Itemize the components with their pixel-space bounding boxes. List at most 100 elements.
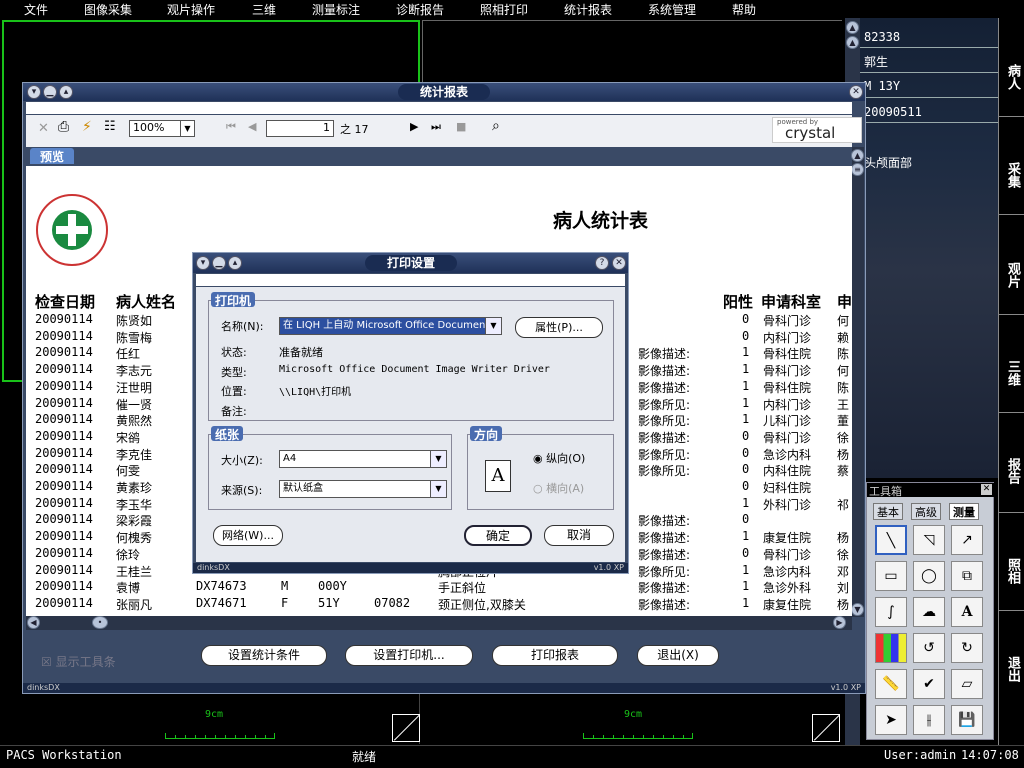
- angle-tool-icon[interactable]: ◹: [913, 525, 945, 555]
- tab-exit[interactable]: 退出: [999, 644, 1024, 694]
- cloud-tool-icon[interactable]: ☁: [913, 597, 945, 627]
- next-page-icon[interactable]: ▶: [410, 120, 418, 133]
- line-tool-icon[interactable]: ╲: [875, 525, 907, 555]
- menu-diagnosis-report[interactable]: 诊断报告: [396, 1, 444, 18]
- minimize-icon[interactable]: ▁: [43, 85, 57, 99]
- check-tool-icon[interactable]: ✔: [913, 669, 945, 699]
- row-apply: 陈: [837, 347, 850, 362]
- tab-capture[interactable]: 采集: [999, 150, 1024, 200]
- paper-size-select[interactable]: A4 ▼: [279, 450, 447, 468]
- restore-icon[interactable]: ▴: [228, 256, 242, 270]
- tab-photo[interactable]: 照相: [999, 546, 1024, 596]
- row-apply: 董: [837, 414, 850, 429]
- printer-group: 打印机 名称(N): 在 LIQH 上自动 Microsoft Office D…: [208, 292, 614, 421]
- undo-icon[interactable]: ↺: [913, 633, 945, 663]
- properties-button[interactable]: 属性(P)...: [515, 317, 603, 338]
- scroll-thumb[interactable]: •: [92, 616, 108, 629]
- report-vscroll[interactable]: ▲ ≡ ▼: [851, 147, 864, 617]
- toolbox-tab-measure[interactable]: 测量: [949, 503, 979, 520]
- freehand-tool-icon[interactable]: ∫: [875, 597, 907, 627]
- row-date: 20090114: [35, 445, 93, 460]
- prev-page-icon[interactable]: ◀: [248, 120, 256, 133]
- color-tool-icon[interactable]: [875, 633, 907, 663]
- ellipse-tool-icon[interactable]: ◯: [913, 561, 945, 591]
- arrow-tool-icon[interactable]: ↗: [951, 525, 983, 555]
- menu-help[interactable]: 帮助: [732, 1, 756, 18]
- col-name: 病人姓名: [116, 293, 177, 311]
- cancel-button[interactable]: 取消: [544, 525, 614, 546]
- toolbox-tab-basic[interactable]: 基本: [873, 503, 903, 520]
- pointer-icon[interactable]: ➤: [875, 705, 907, 735]
- scroll-up-icon-2[interactable]: ▲: [846, 36, 859, 49]
- close-report-icon[interactable]: ✕: [38, 121, 49, 136]
- rectangle-tool-icon[interactable]: ▭: [875, 561, 907, 591]
- tab-patient[interactable]: 病人: [999, 52, 1024, 102]
- scale-ruler: [165, 733, 275, 739]
- portrait-radio[interactable]: ◉ 纵向(O): [533, 450, 585, 466]
- scroll-left-icon[interactable]: ◀: [27, 616, 40, 629]
- search-icon[interactable]: ⌕: [492, 118, 500, 134]
- scroll-up-icon[interactable]: ▲: [846, 21, 859, 34]
- first-page-icon[interactable]: ⏮: [226, 120, 236, 134]
- tree-icon[interactable]: ☷: [104, 119, 116, 134]
- close-icon[interactable]: ✕: [612, 256, 626, 270]
- menu-file[interactable]: 文件: [24, 1, 48, 18]
- export-icon[interactable]: ⚡: [82, 119, 92, 135]
- split-tool-icon[interactable]: ⫲: [913, 705, 945, 735]
- patient-name: 郭生: [864, 55, 889, 69]
- show-toolbar-checkbox[interactable]: ☒ 显示工具条: [41, 653, 116, 670]
- exit-button[interactable]: 退出(X): [637, 645, 719, 666]
- tab-report[interactable]: 报告: [999, 446, 1024, 496]
- printer-name-select[interactable]: 在 LIQH 上自动 Microsoft Office Document Ima…: [279, 317, 502, 335]
- scroll-thumb[interactable]: ≡: [851, 163, 864, 176]
- printer-icon[interactable]: ⎙: [58, 119, 69, 135]
- copy-tool-icon[interactable]: ⧉: [951, 561, 983, 591]
- redo-icon[interactable]: ↻: [951, 633, 983, 663]
- scroll-right-icon[interactable]: ▶: [833, 616, 846, 629]
- menu-image-capture[interactable]: 图像采集: [84, 1, 132, 18]
- window-menu-icon[interactable]: ▾: [27, 85, 41, 99]
- portrait-page-icon: A: [485, 460, 511, 492]
- paper-source-select[interactable]: 默认纸盒 ▼: [279, 480, 447, 498]
- set-printer-button[interactable]: 设置打印机...: [345, 645, 473, 666]
- scroll-up-icon[interactable]: ▲: [851, 149, 864, 162]
- menu-statistics[interactable]: 统计报表: [564, 1, 612, 18]
- dialog-titlebar[interactable]: ▾ ▁ ▴ 打印设置 ? ✕: [193, 253, 628, 273]
- ruler-tool-icon[interactable]: 📏: [875, 669, 907, 699]
- tab-preview[interactable]: 预览: [30, 148, 74, 164]
- help-icon[interactable]: ?: [595, 256, 609, 270]
- printer-group-label: 打印机: [211, 292, 256, 308]
- report-hscroll[interactable]: ◀ • ▶: [26, 616, 852, 630]
- minimize-icon[interactable]: ▁: [212, 256, 226, 270]
- eraser-icon[interactable]: ▱: [951, 669, 983, 699]
- menu-system[interactable]: 系统管理: [648, 1, 696, 18]
- window-menu-icon[interactable]: ▾: [196, 256, 210, 270]
- toolbox-tab-advanced[interactable]: 高级: [911, 503, 941, 520]
- scroll-down-icon[interactable]: ▼: [851, 603, 864, 616]
- row-dept: 康复住院: [763, 597, 812, 612]
- tab-view[interactable]: 观片: [999, 250, 1024, 300]
- landscape-radio[interactable]: ○ 横向(A): [533, 480, 584, 496]
- last-page-icon[interactable]: ⏭: [431, 120, 441, 134]
- close-icon[interactable]: ✕: [849, 85, 863, 99]
- save-icon[interactable]: 💾: [951, 705, 983, 735]
- report-titlebar[interactable]: ▾ ▁ ▴ 统计报表 ✕: [23, 83, 865, 101]
- print-report-button[interactable]: 打印报表: [492, 645, 618, 666]
- menu-measure[interactable]: 测量标注: [312, 1, 360, 18]
- zoom-select[interactable]: 100% ▼: [129, 120, 195, 137]
- close-icon[interactable]: ✕: [981, 484, 992, 495]
- menu-view-operations[interactable]: 观片操作: [167, 1, 215, 18]
- network-button[interactable]: 网络(W)...: [213, 525, 283, 546]
- row-positive: 1: [742, 362, 750, 377]
- text-tool-icon[interactable]: A: [951, 597, 983, 627]
- set-conditions-button[interactable]: 设置统计条件: [201, 645, 327, 666]
- page-number-input[interactable]: 1: [266, 120, 334, 137]
- restore-icon[interactable]: ▴: [59, 85, 73, 99]
- row-dept: 骨科住院: [763, 347, 812, 362]
- ok-button[interactable]: 确定: [464, 525, 532, 546]
- menu-3d[interactable]: 三维: [252, 1, 276, 18]
- row-name: 黄熙然: [116, 414, 153, 429]
- menu-photo-print[interactable]: 照相打印: [480, 1, 528, 18]
- tab-3d[interactable]: 三维: [999, 348, 1024, 398]
- stop-icon[interactable]: ■: [456, 120, 466, 133]
